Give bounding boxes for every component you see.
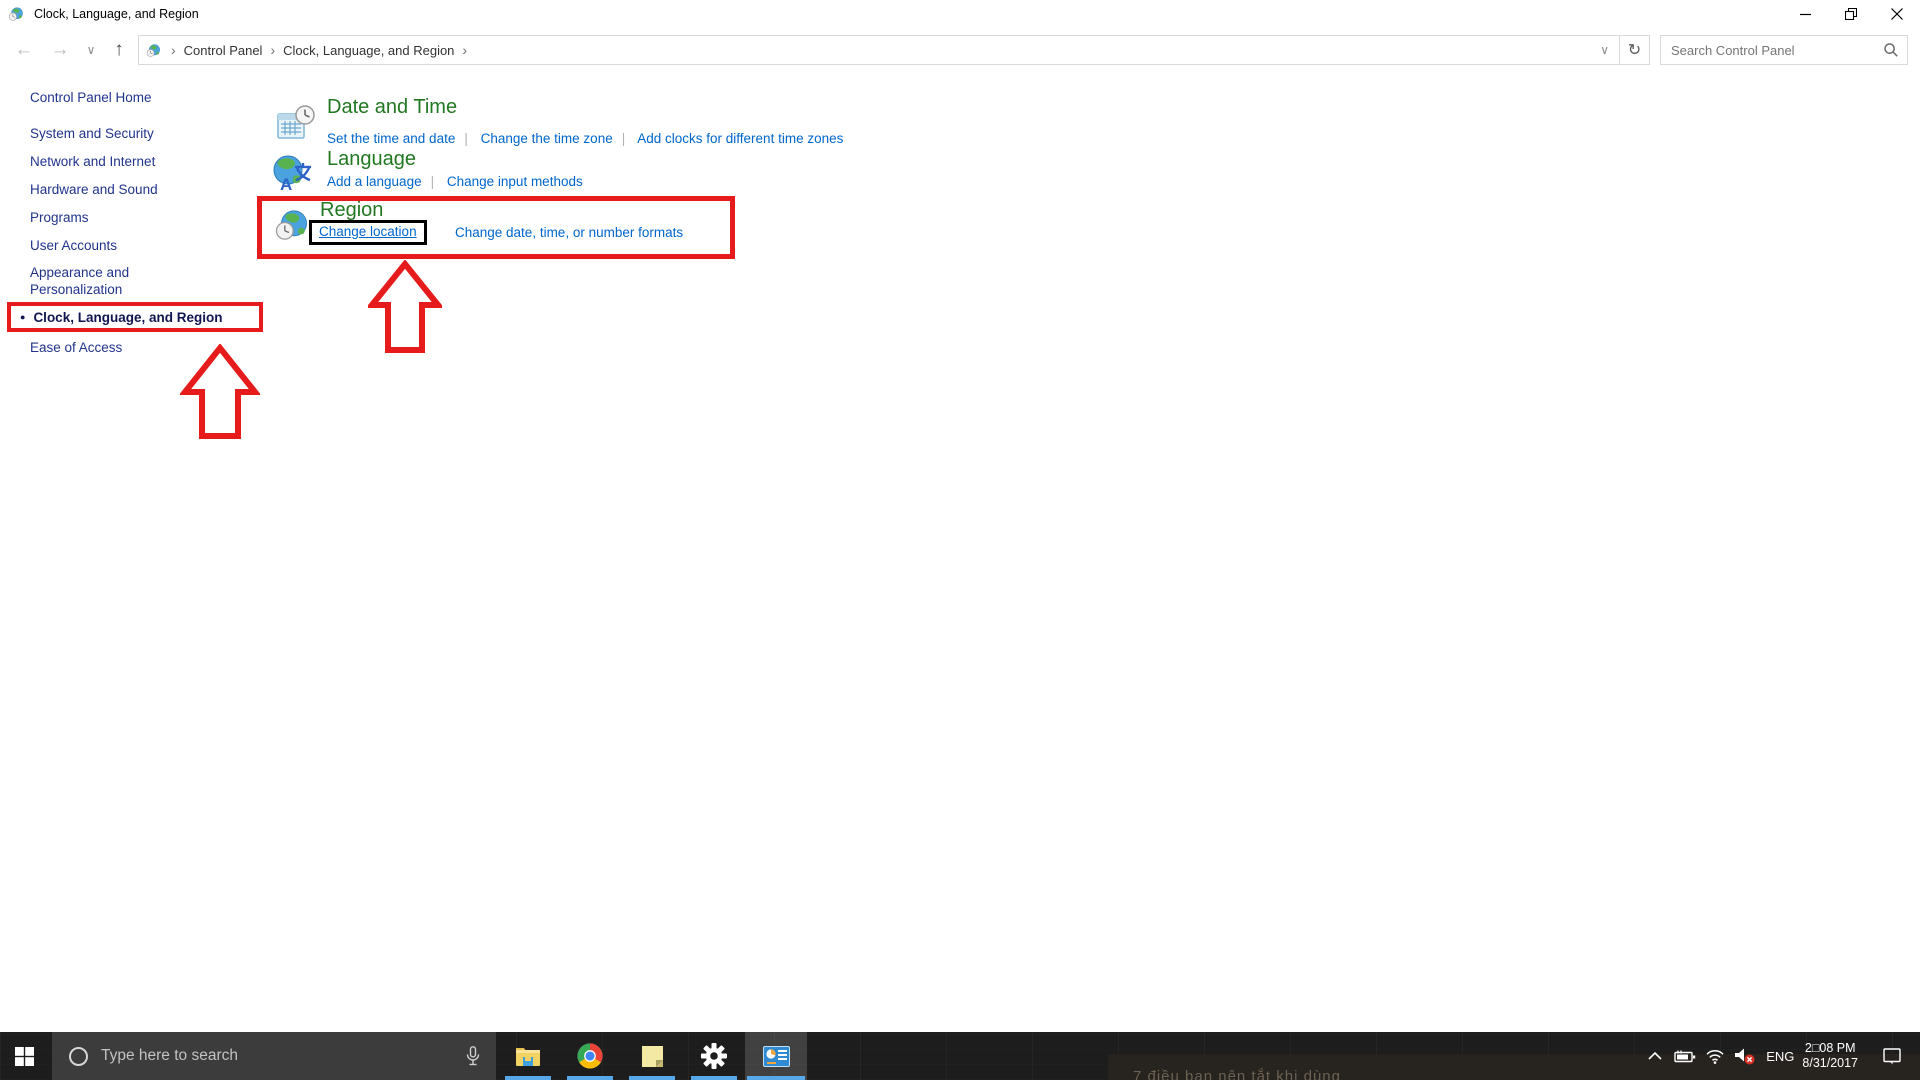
address-bar[interactable]: › Control Panel › Clock, Language, and R… bbox=[138, 35, 1620, 65]
main-content: Date and Time Set the time and date | Cha… bbox=[250, 72, 1920, 1032]
sidebar-item-hardware-and-sound[interactable]: Hardware and Sound bbox=[30, 176, 250, 204]
link-add-language[interactable]: Add a language bbox=[327, 174, 422, 189]
sidebar-item-clock-language-region[interactable]: Clock, Language, and Region bbox=[33, 310, 222, 325]
breadcrumb-control-panel[interactable]: Control Panel bbox=[184, 43, 263, 58]
sidebar-item-network-and-internet[interactable]: Network and Internet bbox=[30, 148, 250, 176]
forward-icon[interactable]: → bbox=[44, 28, 76, 72]
annotation-black-box: Change location bbox=[309, 220, 427, 245]
taskbar-app-control-panel[interactable] bbox=[745, 1032, 807, 1080]
breadcrumb-app-icon bbox=[146, 42, 163, 59]
annotation-red-box-region: Region Change location Change date, time… bbox=[257, 196, 735, 259]
link-change-time-zone[interactable]: Change the time zone bbox=[481, 131, 613, 146]
section-title-language[interactable]: Language bbox=[327, 148, 416, 171]
bullet-icon: ● bbox=[20, 312, 25, 322]
section-title-date-and-time[interactable]: Date and Time bbox=[327, 96, 457, 119]
taskbar-open-indicator bbox=[567, 1076, 613, 1080]
speaker-muted-icon[interactable] bbox=[1730, 1032, 1760, 1080]
annotation-red-box-sidebar: ● Clock, Language, and Region bbox=[7, 302, 263, 332]
taskbar-search-placeholder: Type here to search bbox=[101, 1047, 466, 1065]
desktop-screen: Clock, Language, and Region ← → ∨ ↑ › Co… bbox=[0, 0, 1920, 1080]
language-links: Add a language | Change input methods bbox=[327, 174, 583, 189]
sticky-notes-icon bbox=[641, 1045, 664, 1068]
link-change-date-time-number-formats[interactable]: Change date, time, or number formats bbox=[455, 225, 683, 240]
windows-logo-icon bbox=[15, 1047, 34, 1066]
minimize-button[interactable] bbox=[1782, 0, 1828, 28]
window-titlebar: Clock, Language, and Region bbox=[0, 0, 1920, 28]
taskbar-app-file-explorer[interactable] bbox=[497, 1032, 559, 1080]
close-button[interactable] bbox=[1874, 0, 1920, 28]
breadcrumb-chevron-icon: › bbox=[171, 42, 176, 58]
sidebar: Control Panel Home System and Security N… bbox=[0, 72, 250, 362]
link-change-input-methods[interactable]: Change input methods bbox=[447, 174, 583, 189]
annotation-arrow-up-region bbox=[368, 260, 442, 354]
microphone-icon[interactable] bbox=[466, 1046, 480, 1066]
settings-gear-icon bbox=[701, 1043, 727, 1069]
sidebar-item-control-panel-home[interactable]: Control Panel Home bbox=[30, 88, 250, 108]
breadcrumb-chevron-icon[interactable]: › bbox=[270, 42, 275, 58]
date-time-links: Set the time and date | Change the time z… bbox=[327, 131, 843, 146]
sidebar-item-appearance-personalization[interactable]: Appearance and Personalization bbox=[30, 260, 200, 298]
breadcrumb-current[interactable]: Clock, Language, and Region bbox=[283, 43, 454, 58]
taskbar-open-indicator bbox=[505, 1076, 551, 1080]
search-input[interactable] bbox=[1661, 43, 1884, 58]
window-controls bbox=[1782, 0, 1920, 28]
taskbar-open-indicator bbox=[747, 1076, 805, 1080]
refresh-button[interactable]: ↻ bbox=[1620, 35, 1650, 65]
sidebar-item-user-accounts[interactable]: User Accounts bbox=[30, 232, 250, 260]
link-change-location[interactable]: Change location bbox=[319, 224, 417, 239]
up-icon[interactable]: ↑ bbox=[104, 28, 134, 72]
system-tray: ENG 2□08 PM 8/31/2017 bbox=[1640, 1032, 1920, 1080]
battery-icon[interactable] bbox=[1670, 1032, 1700, 1080]
cortana-icon[interactable] bbox=[69, 1047, 88, 1066]
tray-time: 2□08 PM bbox=[1802, 1041, 1858, 1056]
annotation-arrow-up-sidebar bbox=[180, 344, 260, 440]
restore-button[interactable] bbox=[1828, 0, 1874, 28]
taskbar: 7 điều bạn nên tắt khi dùng Type here to… bbox=[0, 1032, 1920, 1080]
calendar-clock-icon bbox=[276, 104, 316, 144]
breadcrumb-chevron-icon[interactable]: › bbox=[462, 42, 467, 58]
link-separator: | bbox=[464, 131, 468, 146]
tray-clock[interactable]: 2□08 PM 8/31/2017 bbox=[1802, 1041, 1858, 1071]
tray-date: 8/31/2017 bbox=[1802, 1056, 1858, 1071]
link-add-clocks[interactable]: Add clocks for different time zones bbox=[637, 131, 843, 146]
window-title: Clock, Language, and Region bbox=[34, 7, 199, 21]
taskbar-app-settings[interactable] bbox=[683, 1032, 745, 1080]
taskbar-open-indicator bbox=[691, 1076, 737, 1080]
sidebar-item-system-and-security[interactable]: System and Security bbox=[30, 120, 250, 148]
svg-text:A: A bbox=[280, 175, 292, 193]
history-chevron-icon[interactable]: ∨ bbox=[80, 28, 102, 72]
control-panel-search bbox=[1660, 35, 1908, 65]
taskbar-open-indicator bbox=[629, 1076, 675, 1080]
sidebar-item-programs[interactable]: Programs bbox=[30, 204, 250, 232]
chrome-icon bbox=[577, 1043, 603, 1069]
taskbar-app-sticky-notes[interactable] bbox=[621, 1032, 683, 1080]
address-dropdown-icon[interactable]: ∨ bbox=[1600, 43, 1609, 57]
taskbar-apps bbox=[497, 1032, 807, 1080]
taskbar-search[interactable]: Type here to search bbox=[52, 1032, 496, 1080]
back-icon[interactable]: ← bbox=[8, 28, 40, 72]
section-title-region[interactable]: Region bbox=[320, 199, 383, 222]
file-explorer-icon bbox=[515, 1045, 541, 1067]
desktop-caption-fragment: 7 điều bạn nên tắt khi dùng bbox=[1133, 1068, 1341, 1080]
clock-language-region-icon bbox=[8, 5, 26, 23]
region-globe-clock-icon bbox=[274, 205, 314, 245]
navigation-bar: ← → ∨ ↑ › Control Panel › Clock, Languag… bbox=[0, 28, 1920, 72]
control-panel-icon bbox=[763, 1046, 790, 1067]
taskbar-app-chrome[interactable] bbox=[559, 1032, 621, 1080]
search-icon[interactable] bbox=[1884, 43, 1898, 57]
tray-language-indicator[interactable]: ENG bbox=[1766, 1049, 1794, 1064]
wifi-icon[interactable] bbox=[1700, 1032, 1730, 1080]
tray-chevron-up-icon[interactable] bbox=[1640, 1032, 1670, 1080]
action-center-icon[interactable] bbox=[1872, 1032, 1912, 1080]
start-button[interactable] bbox=[0, 1032, 48, 1080]
language-globe-icon: A bbox=[272, 153, 312, 193]
link-separator: | bbox=[622, 131, 626, 146]
link-set-time-and-date[interactable]: Set the time and date bbox=[327, 131, 455, 146]
link-separator: | bbox=[431, 174, 435, 189]
